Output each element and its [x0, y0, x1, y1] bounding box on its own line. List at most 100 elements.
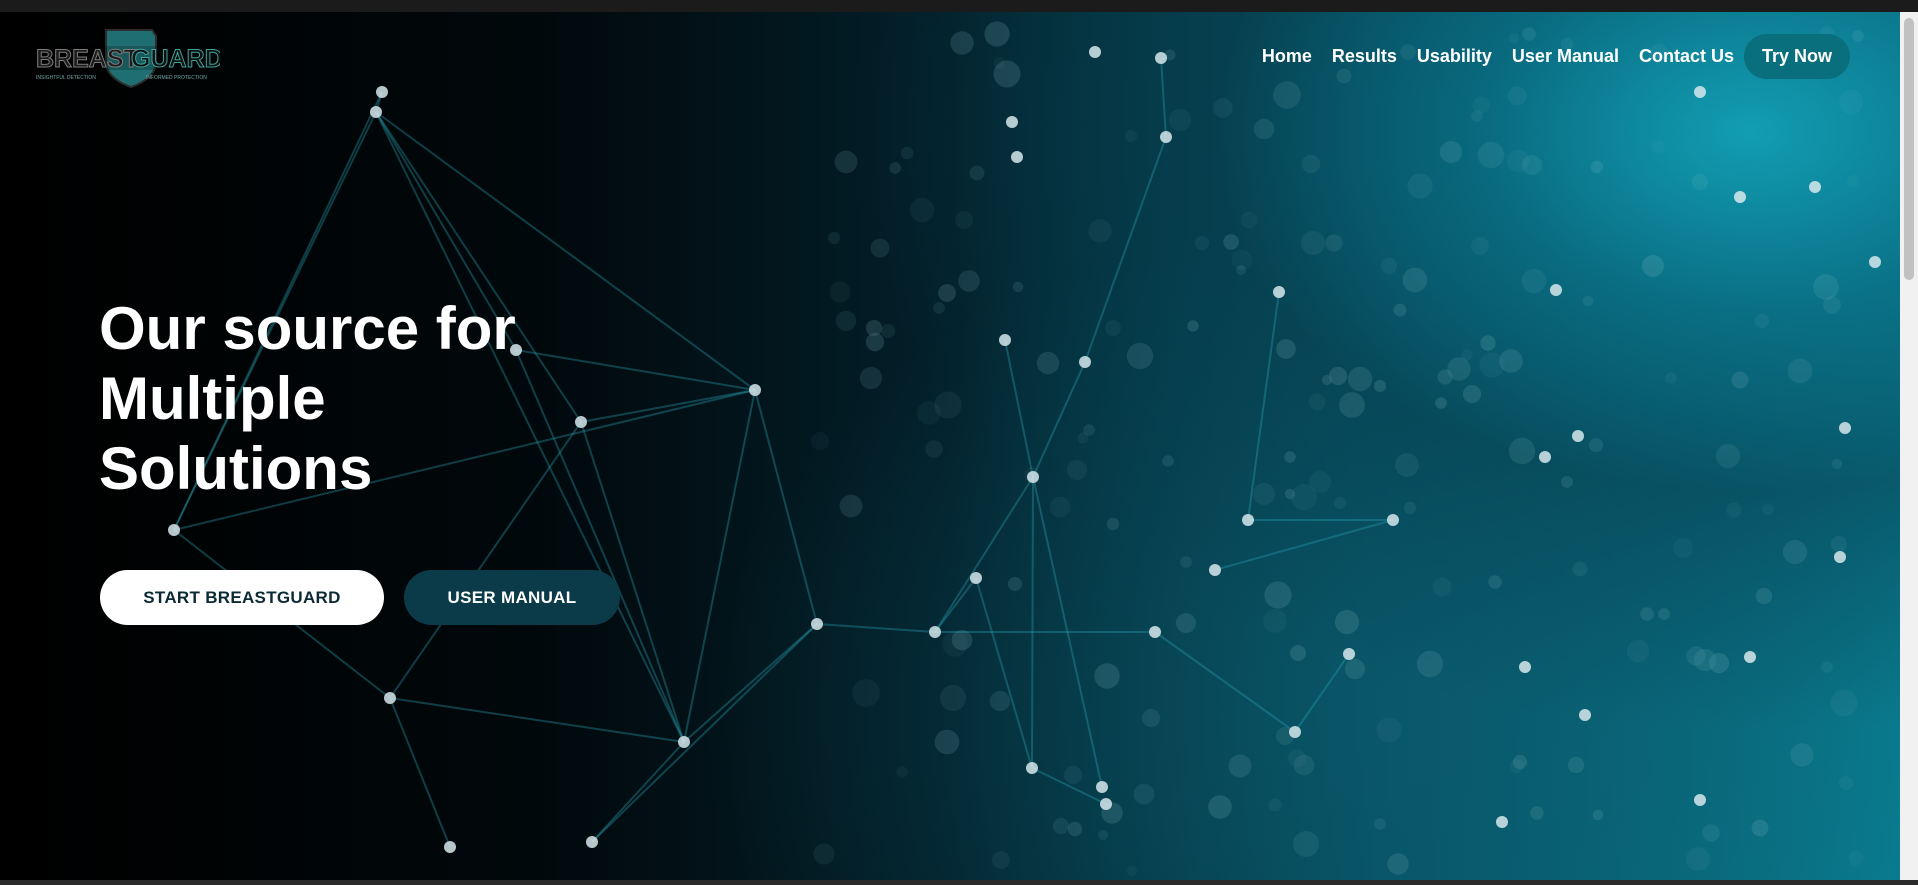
bokeh-dot: [992, 851, 1010, 869]
bokeh-dot: [1176, 613, 1196, 633]
bokeh-dot: [1126, 342, 1154, 370]
bokeh-dot: [1471, 110, 1483, 122]
bokeh-dot: [1097, 829, 1109, 841]
bokeh-dot: [1395, 453, 1419, 477]
bokeh-dot: [1665, 372, 1677, 384]
start-breastguard-button[interactable]: START BREASTGUARD: [100, 570, 384, 625]
bokeh-dot: [1347, 366, 1373, 392]
network-line: [934, 476, 1034, 633]
network-node: [1572, 430, 1584, 442]
bokeh-dot: [925, 440, 943, 458]
bokeh-dot: [1821, 661, 1833, 673]
bokeh-dot: [1439, 140, 1463, 164]
bokeh-dot: [834, 150, 858, 174]
network-node: [1209, 564, 1221, 576]
bokeh-dot: [1754, 313, 1770, 329]
bokeh-dot: [1416, 650, 1444, 678]
bokeh-dot: [1301, 154, 1321, 174]
bokeh-dot: [1640, 607, 1654, 621]
page-scrollbar[interactable]: [1900, 12, 1918, 880]
bokeh-dot: [835, 310, 857, 332]
bokeh-dot: [1077, 432, 1089, 444]
bokeh-dot: [1325, 234, 1343, 252]
network-line: [934, 577, 977, 633]
network-node: [1242, 514, 1254, 526]
network-node: [1694, 794, 1706, 806]
bokeh-dot: [1588, 437, 1604, 453]
bokeh-dot: [1301, 231, 1325, 255]
hero-title-line-1: Our source for: [99, 295, 516, 362]
bokeh-dot: [1435, 397, 1447, 409]
bokeh-dot: [1838, 775, 1854, 791]
bokeh-dot: [1787, 358, 1813, 384]
bokeh-dot: [1506, 149, 1530, 173]
bokeh-dot: [1755, 587, 1773, 605]
browser-bottom-strip: [0, 880, 1918, 885]
scrollbar-thumb[interactable]: [1904, 18, 1914, 280]
bokeh-dot: [1162, 455, 1174, 467]
network-node: [376, 86, 388, 98]
bokeh-dot: [896, 766, 908, 778]
bokeh-dot: [1308, 470, 1332, 494]
bokeh-dot: [1461, 349, 1473, 361]
hero-title-line-2: Multiple: [99, 365, 326, 432]
logo-tagline-right: INFORMED PROTECTION: [146, 75, 207, 81]
bokeh-dot: [1590, 160, 1604, 174]
network-node: [1273, 286, 1285, 298]
bokeh-dot: [1133, 783, 1155, 805]
bokeh-dot: [969, 165, 985, 181]
nav-contact-us[interactable]: Contact Us: [1639, 46, 1734, 67]
network-node: [1694, 86, 1706, 98]
network-line: [754, 389, 818, 625]
network-node: [1519, 661, 1531, 673]
hero-title-line-3: Solutions: [99, 435, 373, 502]
network-node: [1160, 131, 1172, 143]
bokeh-dot: [1290, 645, 1306, 661]
network-node: [1096, 781, 1108, 793]
network-node: [1579, 709, 1591, 721]
bokeh-dot: [889, 162, 901, 174]
network-node: [1539, 451, 1551, 463]
bokeh-dot: [1334, 609, 1360, 635]
nav-results[interactable]: Results: [1332, 46, 1397, 67]
network-node: [1343, 648, 1355, 660]
nav-home[interactable]: Home: [1262, 46, 1312, 67]
bokeh-dot: [1403, 501, 1417, 515]
bokeh-dot: [958, 270, 980, 292]
try-now-button[interactable]: Try Now: [1743, 34, 1850, 79]
bokeh-dot: [1387, 853, 1409, 875]
bokeh-dot: [1088, 219, 1112, 243]
bokeh-dot: [1208, 795, 1232, 819]
network-line: [1084, 136, 1167, 363]
bokeh-dot: [865, 319, 883, 337]
bokeh-dot: [1376, 717, 1402, 743]
nav-user-manual[interactable]: User Manual: [1512, 46, 1619, 67]
network-node: [1089, 46, 1101, 58]
bokeh-dot: [1691, 173, 1709, 191]
user-manual-button[interactable]: USER MANUAL: [404, 570, 620, 625]
bokeh-dot: [1373, 379, 1387, 393]
bokeh-dot: [1268, 798, 1282, 812]
bokeh-dot: [1334, 497, 1346, 509]
nav-usability[interactable]: Usability: [1417, 46, 1492, 67]
bokeh-dot: [813, 843, 835, 865]
hero-title: Our source for Multiple Solutions: [99, 294, 619, 504]
bokeh-dot: [1328, 366, 1348, 386]
network-node: [929, 626, 941, 638]
network-line: [1032, 361, 1086, 478]
bokeh-dot: [938, 284, 956, 302]
network-node: [678, 736, 690, 748]
bokeh-dot: [1213, 98, 1233, 118]
network-node: [370, 106, 382, 118]
bokeh-dot: [1141, 708, 1161, 728]
bokeh-dot: [1240, 211, 1258, 229]
network-node: [1869, 256, 1881, 268]
bokeh-dot: [1276, 339, 1296, 359]
bokeh-dot: [1510, 759, 1524, 773]
network-node: [1155, 52, 1167, 64]
network-node: [970, 572, 982, 584]
bokeh-dot: [1831, 458, 1843, 470]
bokeh-dot: [1223, 234, 1239, 250]
main-nav: Home Results Usability User Manual Conta…: [1262, 34, 1850, 79]
brand-logo[interactable]: BREAST GUARD INSIGHTFUL DETECTION INFORM…: [34, 26, 220, 88]
